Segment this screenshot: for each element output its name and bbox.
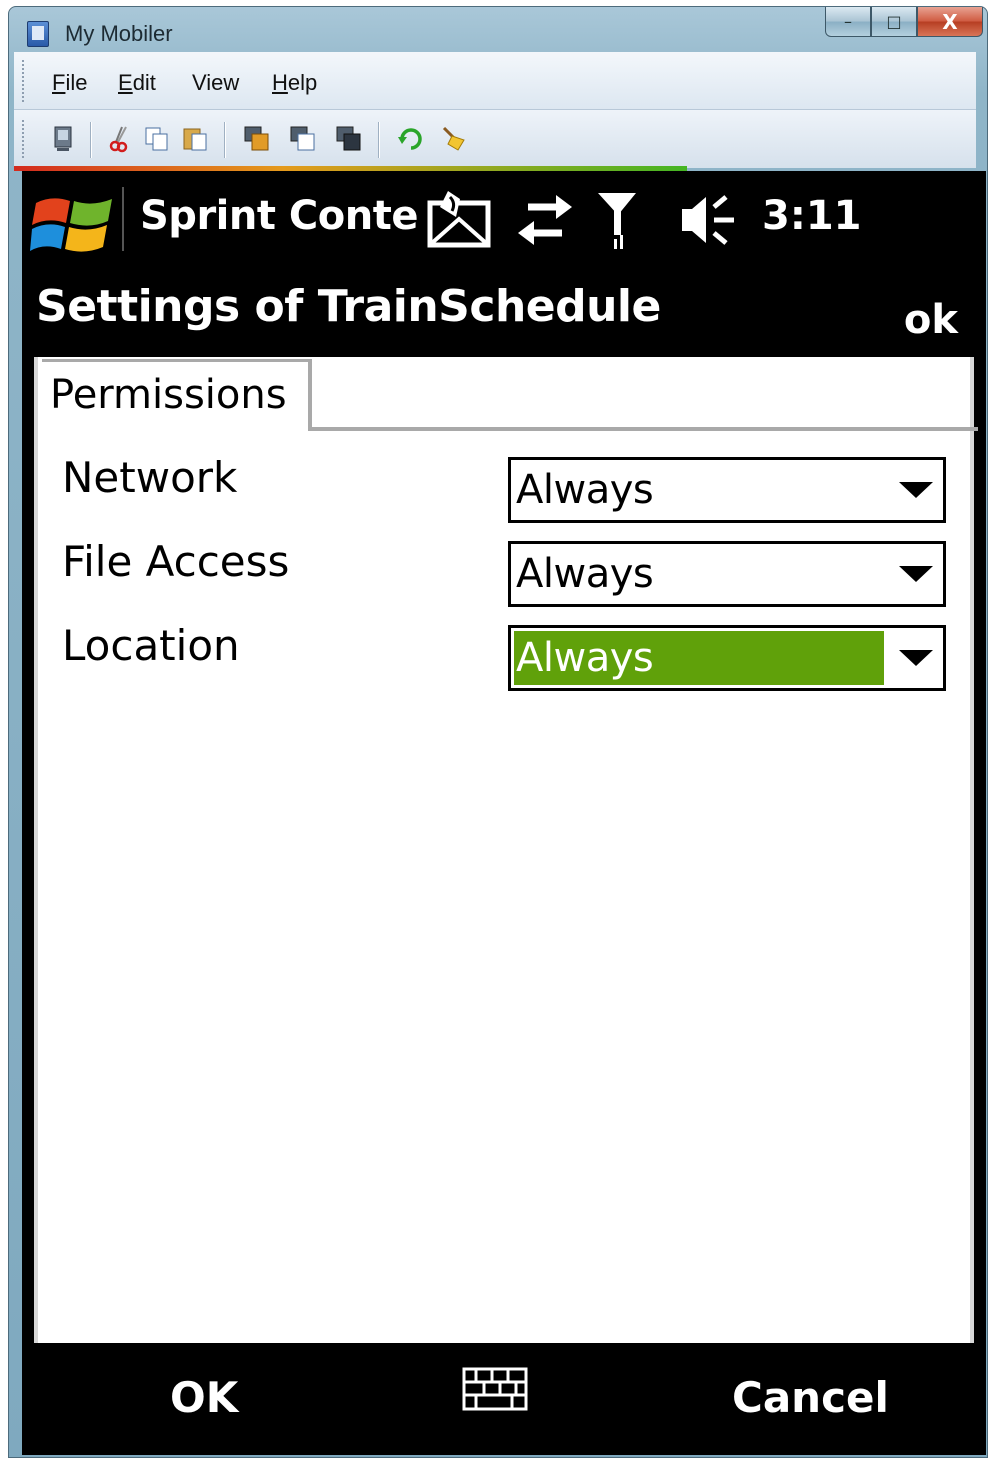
message-icon[interactable]: [426, 189, 494, 251]
screen-paste-icon[interactable]: [288, 124, 318, 154]
data-sync-icon: [518, 195, 572, 245]
menu-file-mnemonic: F: [52, 70, 66, 95]
clean-icon[interactable]: [440, 124, 470, 154]
status-bar[interactable]: Sprint Conte 3:11: [22, 171, 986, 267]
tab-permissions-label: Permissions: [50, 372, 287, 418]
copy-icon[interactable]: [142, 124, 172, 154]
close-icon: X: [942, 9, 958, 34]
mobiler-app-icon: [27, 21, 49, 47]
paste-icon[interactable]: [180, 124, 210, 154]
menu-bar: File Edit View Help: [14, 52, 976, 110]
ok-softkey[interactable]: OK: [170, 1373, 238, 1422]
menu-edit-label: dit: [132, 70, 156, 95]
toolbar-separator: [90, 122, 92, 158]
maximize-icon: □: [886, 12, 902, 31]
settings-content: Permissions Network Always File Access A…: [34, 357, 978, 1343]
minimize-icon: –: [844, 12, 852, 31]
carrier-name: Sprint Conte: [140, 193, 418, 239]
setting-row-network: Network Always: [38, 453, 970, 523]
close-button[interactable]: X: [917, 7, 983, 37]
menu-help-label: elp: [287, 70, 318, 95]
screen-capture-icon[interactable]: [334, 124, 364, 154]
menu-view[interactable]: View: [192, 70, 239, 96]
chevron-down-icon: [899, 566, 933, 582]
tab-baseline: [312, 427, 978, 431]
tab-permissions[interactable]: Permissions: [42, 359, 312, 431]
status-clock[interactable]: 3:11: [762, 193, 862, 239]
network-dropdown-value: Always: [516, 467, 654, 513]
setting-label-network: Network: [62, 453, 238, 502]
signal-icon[interactable]: [594, 189, 640, 251]
keyboard-icon[interactable]: [462, 1367, 528, 1411]
setting-label-file-access: File Access: [62, 537, 290, 586]
location-dropdown[interactable]: Always: [508, 625, 946, 691]
toolbar-separator: [378, 122, 380, 158]
windows-start-icon[interactable]: [30, 189, 116, 257]
setting-row-file-access: File Access Always: [38, 537, 970, 607]
device-icon[interactable]: [48, 124, 78, 154]
window-title: My Mobiler: [65, 21, 173, 46]
setting-label-location: Location: [62, 621, 240, 670]
location-dropdown-value: Always: [514, 631, 884, 685]
chevron-down-icon: [899, 650, 933, 666]
setting-row-location: Location Always: [38, 621, 970, 691]
menu-view-label: View: [192, 70, 240, 95]
title-ok-button[interactable]: ok: [904, 297, 958, 343]
menubar-grip[interactable]: [22, 60, 26, 102]
menu-edit-mnemonic: E: [118, 70, 133, 95]
menu-help-mnemonic: H: [272, 70, 288, 95]
menu-edit[interactable]: Edit: [118, 70, 156, 96]
cut-icon[interactable]: [106, 124, 136, 154]
page-title: Settings of TrainSchedule: [36, 281, 661, 332]
chevron-down-icon: [899, 482, 933, 498]
toolbar: [14, 110, 976, 168]
caption-buttons: – □ X: [825, 7, 983, 39]
softkey-bar: OK Cancel: [22, 1343, 986, 1455]
app-titlebar: Settings of TrainSchedule ok: [30, 271, 970, 357]
toolbar-separator: [224, 122, 226, 158]
maximize-button[interactable]: □: [871, 7, 917, 37]
menu-help[interactable]: Help: [272, 70, 317, 96]
network-dropdown[interactable]: Always: [508, 457, 946, 523]
status-separator: [122, 187, 124, 251]
device-screen: Sprint Conte 3:11 Settings of TrainSched…: [22, 171, 986, 1455]
file-access-dropdown[interactable]: Always: [508, 541, 946, 607]
minimize-button[interactable]: –: [825, 7, 871, 37]
refresh-icon[interactable]: [396, 124, 426, 154]
menu-file-label: ile: [65, 70, 88, 95]
speaker-icon[interactable]: [678, 189, 738, 251]
file-access-dropdown-value: Always: [516, 551, 654, 597]
screen-copy-icon[interactable]: [242, 124, 272, 154]
window-titlebar[interactable]: My Mobiler – □ X: [9, 7, 987, 57]
cancel-softkey[interactable]: Cancel: [732, 1373, 889, 1422]
toolbar-grip[interactable]: [22, 120, 26, 158]
menu-file[interactable]: File: [52, 70, 87, 96]
